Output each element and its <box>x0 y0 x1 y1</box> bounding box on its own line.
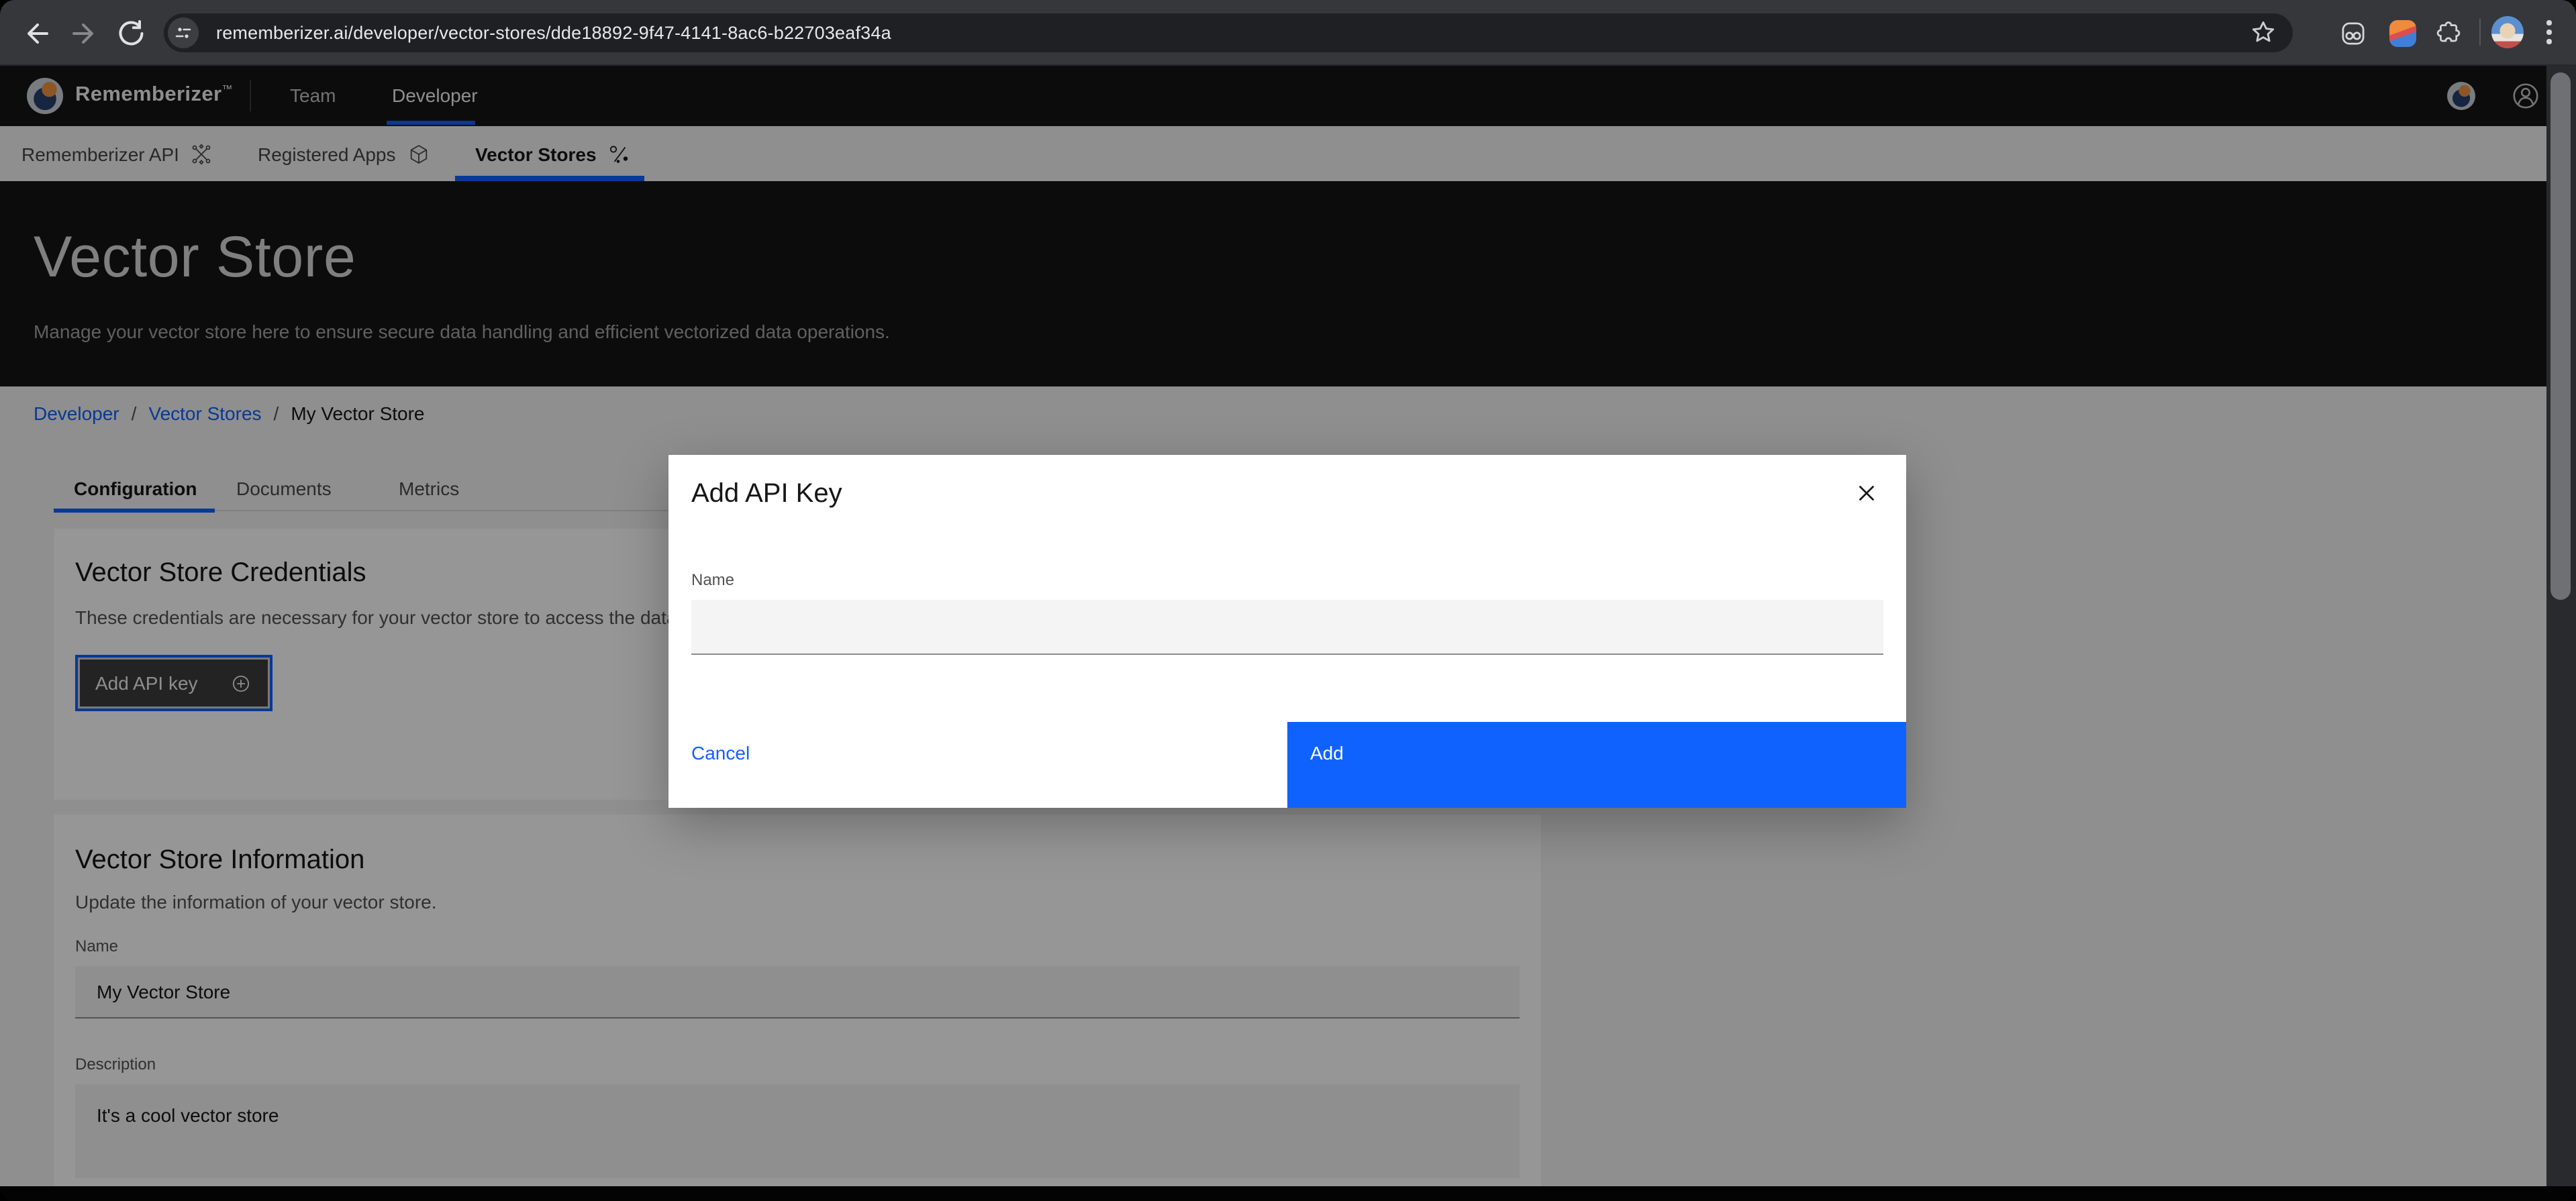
window-bottom-edge <box>0 1186 2576 1201</box>
url-text[interactable]: rememberizer.ai/developer/vector-stores/… <box>216 23 891 43</box>
site-settings-icon[interactable] <box>168 17 199 48</box>
back-icon[interactable] <box>21 17 54 50</box>
modal-title: Add API Key <box>691 479 842 510</box>
screen: rememberizer.ai/developer/vector-stores/… <box>0 0 2576 1201</box>
forward-icon[interactable] <box>67 17 99 50</box>
extensions-puzzle-icon[interactable] <box>2432 19 2462 48</box>
tab-groups-icon[interactable] <box>2338 19 2368 48</box>
browser-profile-avatar[interactable] <box>2491 16 2524 48</box>
address-bar[interactable]: rememberizer.ai/developer/vector-stores/… <box>164 13 2293 52</box>
reload-icon[interactable] <box>115 17 148 50</box>
browser-menu-icon[interactable] <box>2546 20 2552 44</box>
scrollbar-thumb[interactable] <box>2550 72 2571 600</box>
browser-window: rememberizer.ai/developer/vector-stores/… <box>0 0 2576 1201</box>
toolbar-divider <box>2479 19 2481 46</box>
modal-name-input[interactable] <box>691 600 1883 655</box>
browser-toolbar: rememberizer.ai/developer/vector-stores/… <box>0 0 2576 66</box>
cancel-button[interactable]: Cancel <box>668 722 1287 808</box>
add-api-key-modal: Add API Key Name Cancel Add <box>668 455 1906 808</box>
modal-name-label: Name <box>691 570 734 589</box>
app-viewport: Rememberizer™ Team Developer Rememberize… <box>0 66 2576 1186</box>
add-button[interactable]: Add <box>1287 722 1906 808</box>
bookmark-star-icon[interactable] <box>2250 19 2277 46</box>
extension-colorful-icon[interactable] <box>2389 20 2416 47</box>
modal-footer: Cancel Add <box>668 722 1906 808</box>
close-icon[interactable] <box>1839 466 1893 519</box>
page-scrollbar[interactable] <box>2546 66 2576 1186</box>
